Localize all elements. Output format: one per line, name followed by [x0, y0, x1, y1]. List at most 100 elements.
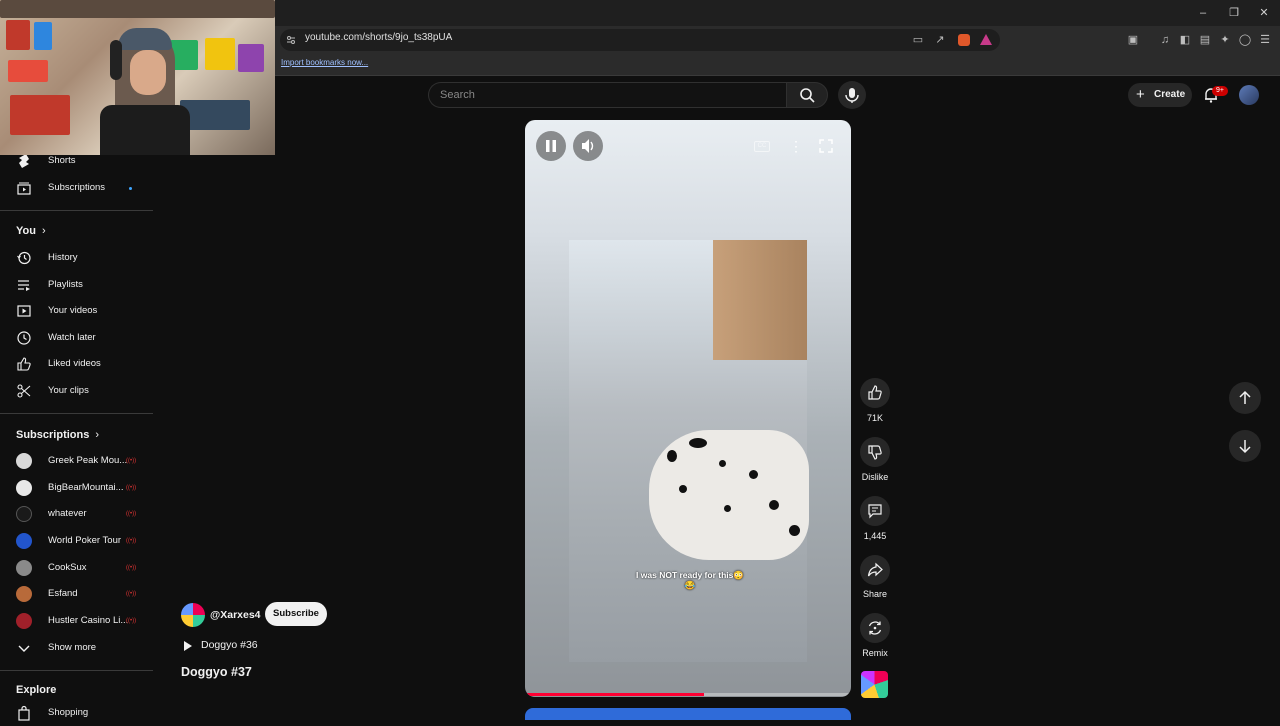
search-placeholder: Search [440, 89, 475, 101]
sidebar-item-playlists[interactable]: Playlists [0, 272, 153, 298]
sidebar-subscription-item[interactable]: Hustler Casino Li... ((•)) [0, 608, 153, 634]
sidebar-item-subscriptions[interactable]: Subscriptions [0, 175, 153, 201]
menu-icon[interactable]: ☰ [1258, 33, 1272, 47]
sidebar-subscription-item[interactable]: Esfand ((•)) [0, 581, 153, 607]
vpn-shield-icon[interactable]: ◯ [1238, 33, 1252, 47]
playlist-link[interactable]: Doggyo #36 [201, 639, 258, 651]
more-options-icon[interactable]: ⋮ [789, 136, 803, 156]
sidebar-item-label: Liked videos [48, 358, 101, 369]
sidebar-item-shopping[interactable]: Shopping [0, 700, 153, 726]
channel-name[interactable]: @Xarxes4 [210, 609, 261, 621]
search-button[interactable] [786, 82, 828, 108]
channel-avatar [16, 533, 32, 549]
sidebar-item-label: Your clips [48, 385, 89, 396]
live-icon: ((•)) [126, 458, 137, 464]
sidebar-subscription-item[interactable]: whatever ((•)) [0, 501, 153, 527]
sound-thumbnail[interactable] [861, 671, 888, 698]
sidebar-item-label: Your videos [48, 305, 98, 316]
subscription-name: Hustler Casino Li... [48, 615, 129, 626]
channel-avatar[interactable] [181, 603, 205, 627]
sidebar-show-more[interactable]: Show more [0, 635, 153, 661]
sidebar-subscriptions-heading[interactable]: Subscriptions › [16, 429, 99, 441]
music-icon[interactable]: ♫ [1158, 33, 1172, 47]
comments-button[interactable] [860, 496, 890, 526]
sidebar-subscription-item[interactable]: Greek Peak Mou... ((•)) [0, 448, 153, 474]
remix-button[interactable] [860, 613, 890, 643]
volume-icon [582, 139, 594, 153]
plus-icon: + [1136, 86, 1145, 103]
sidebar-item-your-videos[interactable]: Your videos [0, 298, 153, 324]
clips-icon [17, 384, 31, 398]
sidebar-subscription-item[interactable]: CookSux ((•)) [0, 555, 153, 581]
live-icon: ((•)) [126, 538, 137, 544]
sidebar-item-watch-later[interactable]: Watch later [0, 325, 153, 351]
sidebar-item-your-clips[interactable]: Your clips [0, 378, 153, 404]
comment-icon [868, 504, 882, 519]
next-short-preview[interactable] [525, 708, 851, 720]
brave-rewards-icon[interactable] [980, 34, 992, 45]
comment-count: 1,445 [863, 531, 887, 541]
video-title: Doggyo #37 [181, 665, 252, 679]
sidebar-you-heading[interactable]: You › [16, 225, 46, 237]
volume-button[interactable] [573, 131, 603, 161]
sidebar-subscription-item[interactable]: World Poker Tour ((•)) [0, 528, 153, 554]
create-button[interactable]: + Create [1128, 83, 1192, 107]
share-label: Share [862, 589, 888, 599]
playlists-icon [18, 280, 30, 291]
thumbs-up-icon [868, 385, 882, 400]
wallet-icon[interactable]: ▤ [1198, 33, 1212, 47]
sidebar-divider [0, 670, 153, 671]
brave-shields-icon[interactable] [958, 34, 970, 46]
search-input[interactable] [428, 82, 786, 108]
sidebar-item-liked-videos[interactable]: Liked videos [0, 351, 153, 377]
url-text[interactable]: youtube.com/shorts/9jo_ts38pUA [305, 32, 452, 43]
pause-icon [546, 140, 556, 152]
screenshot-icon[interactable]: ▣ [1126, 33, 1140, 47]
like-button[interactable] [860, 378, 890, 408]
minimize-icon[interactable]: – [1196, 6, 1210, 20]
progress-fill [525, 693, 705, 696]
leo-ai-icon[interactable]: ✦ [1218, 33, 1232, 47]
sidebar-subscription-item[interactable]: BigBearMountai... ((•)) [0, 475, 153, 501]
close-icon[interactable]: ✕ [1257, 6, 1271, 20]
chevron-right-icon: › [95, 429, 100, 441]
share-page-icon[interactable]: ↗ [933, 33, 947, 47]
subscriptions-icon [17, 182, 31, 195]
chevron-down-icon [18, 645, 30, 652]
fullscreen-icon [819, 139, 833, 153]
sidebar-item-label: Shopping [48, 707, 89, 718]
voice-search-button[interactable] [838, 81, 866, 109]
notification-badge: 9+ [1212, 86, 1228, 96]
subscribe-button[interactable]: Subscribe [265, 602, 327, 626]
next-short-button[interactable] [1229, 430, 1261, 462]
dislike-button[interactable] [860, 437, 890, 467]
channel-avatar [16, 506, 32, 522]
import-bookmarks-link[interactable]: Import bookmarks now... [281, 58, 368, 67]
sidebar-item-label: Shorts [48, 155, 76, 166]
sidebar-item-label: History [48, 252, 78, 263]
live-icon: ((•)) [126, 511, 137, 517]
sidebar-toggle-icon[interactable]: ◧ [1178, 33, 1192, 47]
cast-icon[interactable]: ▭ [911, 33, 925, 47]
remix-icon [868, 621, 882, 635]
shorts-video-player[interactable]: CC ⋮ I was NOT ready for this😳😂 [525, 120, 851, 697]
previous-short-button[interactable] [1229, 382, 1261, 414]
sidebar-item-label: Subscriptions [48, 182, 106, 193]
history-icon [17, 251, 31, 265]
live-icon: ((•)) [126, 485, 137, 491]
new-content-dot [129, 187, 132, 190]
like-count: 71K [866, 413, 883, 423]
sidebar-divider [0, 210, 153, 211]
captions-icon[interactable]: CC [754, 141, 770, 152]
shorts-icon [19, 154, 29, 168]
restore-icon[interactable]: ❐ [1227, 6, 1241, 20]
shopping-icon [18, 705, 30, 721]
pause-button[interactable] [536, 131, 566, 161]
share-button[interactable] [860, 555, 890, 585]
site-info-icon[interactable] [286, 35, 296, 45]
account-avatar[interactable] [1239, 85, 1259, 105]
sidebar-item-history[interactable]: History [0, 245, 153, 271]
fullscreen-button[interactable] [818, 138, 834, 154]
webcam-overlay [0, 0, 275, 155]
chevron-right-icon: › [41, 225, 46, 237]
